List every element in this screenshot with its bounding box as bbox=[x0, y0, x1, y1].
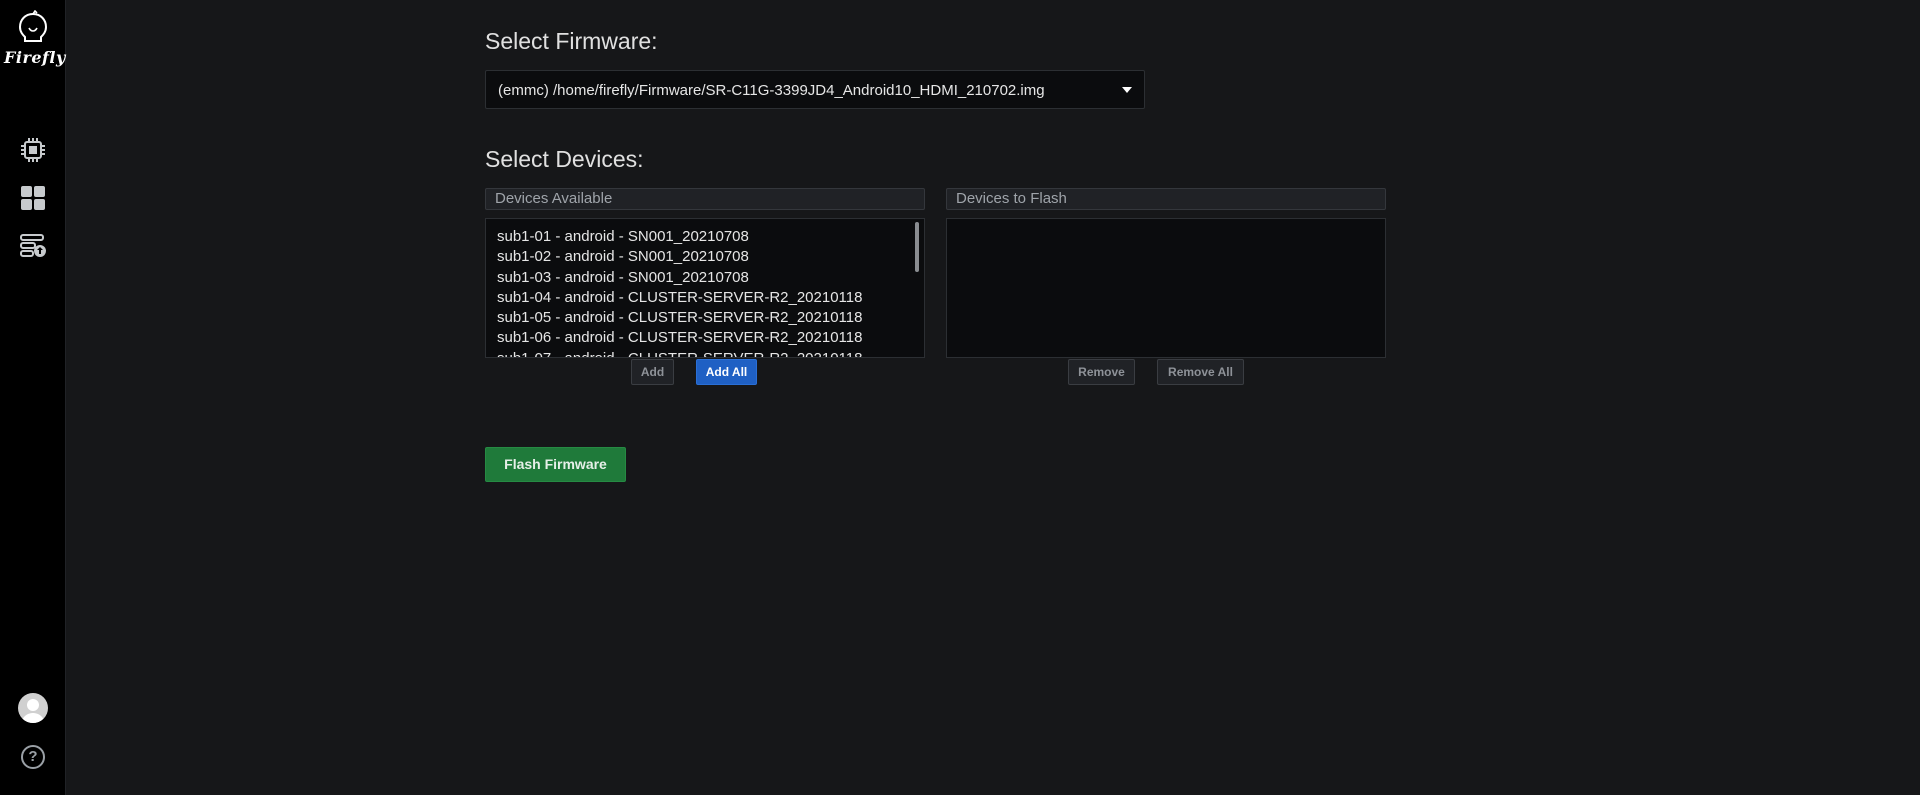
remove-all-button[interactable]: Remove All bbox=[1157, 359, 1244, 385]
firefly-bulb-icon bbox=[18, 10, 48, 42]
devices-to-flash-list[interactable] bbox=[946, 218, 1386, 358]
firmware-selected-value: (emmc) /home/firefly/Firmware/SR-C11G-33… bbox=[498, 82, 1045, 99]
user-avatar-icon bbox=[21, 699, 45, 723]
device-list-item[interactable]: sub1-04 - android - CLUSTER-SERVER-R2_20… bbox=[486, 288, 924, 308]
device-list-item[interactable]: sub1-01 - android - SN001_20210708 bbox=[486, 227, 924, 247]
devices-available-header: Devices Available bbox=[485, 188, 925, 210]
caret-down-icon bbox=[1122, 87, 1132, 93]
dashboard-grid-icon[interactable] bbox=[19, 184, 47, 212]
help-icon[interactable]: ? bbox=[21, 745, 45, 769]
add-all-button[interactable]: Add All bbox=[696, 359, 757, 385]
firmware-dropdown[interactable]: (emmc) /home/firefly/Firmware/SR-C11G-33… bbox=[485, 70, 1145, 109]
device-list-item[interactable]: sub1-05 - android - CLUSTER-SERVER-R2_20… bbox=[486, 308, 924, 328]
sidebar: Firefly ? bbox=[0, 0, 66, 795]
avatar[interactable] bbox=[18, 693, 48, 723]
device-list-item[interactable]: sub1-07 - android - CLUSTER-SERVER-R2_20… bbox=[486, 349, 924, 357]
devices-to-flash-header: Devices to Flash bbox=[946, 188, 1386, 210]
select-devices-title: Select Devices: bbox=[485, 146, 644, 172]
device-list-item[interactable]: sub1-03 - android - SN001_20210708 bbox=[486, 268, 924, 288]
devices-available-list[interactable]: sub1-01 - android - SN001_20210708 sub1-0… bbox=[485, 218, 925, 358]
remove-button[interactable]: Remove bbox=[1068, 359, 1135, 385]
server-upgrade-icon[interactable] bbox=[19, 232, 47, 260]
logo-text: Firefly bbox=[4, 48, 66, 67]
device-list-item[interactable]: sub1-02 - android - SN001_20210708 bbox=[486, 247, 924, 267]
firefly-logo[interactable]: Firefly bbox=[4, 10, 66, 72]
flash-firmware-button[interactable]: Flash Firmware bbox=[485, 447, 626, 482]
scrollbar[interactable] bbox=[915, 222, 919, 272]
chip-icon[interactable] bbox=[19, 136, 47, 164]
select-firmware-title: Select Firmware: bbox=[485, 28, 658, 54]
device-list-item[interactable]: sub1-06 - android - CLUSTER-SERVER-R2_20… bbox=[486, 328, 924, 348]
add-button[interactable]: Add bbox=[631, 359, 674, 385]
